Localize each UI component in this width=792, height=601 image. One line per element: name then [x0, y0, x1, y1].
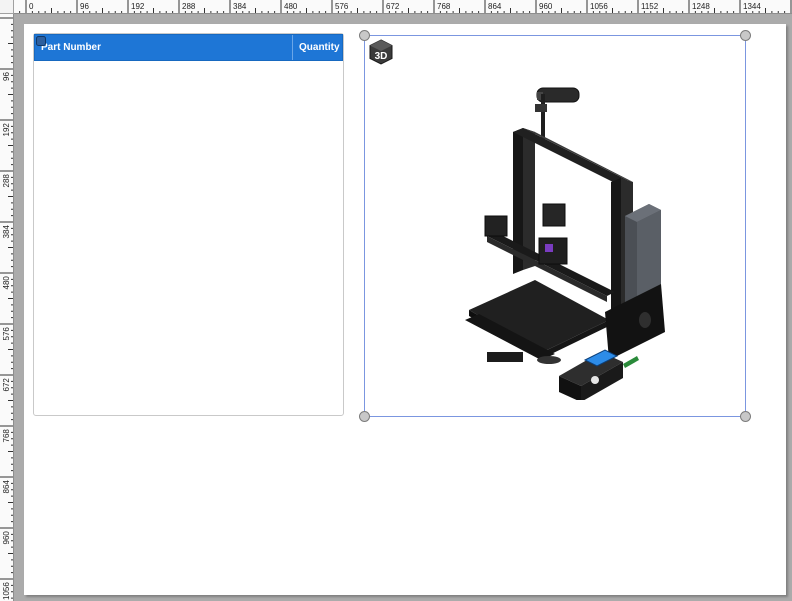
ruler-label: 864: [488, 2, 502, 11]
table-move-handle-icon[interactable]: [36, 36, 46, 46]
ruler-label: 1152: [641, 2, 659, 11]
horizontal-ruler: 0 96 192 288 384 480 576 672 768 864 960 1056 1152 12…: [14, 0, 792, 14]
ruler-label: 768: [2, 429, 11, 443]
ruler-label: 864: [2, 480, 11, 494]
ruler-label: 480: [2, 276, 11, 290]
resize-handle-bottom-right[interactable]: [740, 411, 751, 422]
ruler-label: 576: [2, 327, 11, 341]
ruler-corner: [0, 0, 14, 14]
ruler-label: 960: [539, 2, 553, 11]
ruler-label: 768: [437, 2, 451, 11]
ruler-label: 1056: [590, 2, 608, 11]
ruler-label: 1248: [692, 2, 710, 11]
ruler-label: 192: [2, 123, 11, 137]
ruler-label: 672: [2, 378, 11, 392]
ruler-label: 384: [2, 225, 11, 239]
ruler-label: 384: [233, 2, 247, 11]
ruler-label: 192: [131, 2, 145, 11]
3d-badge-label: 3D: [375, 51, 388, 62]
ruler-label: 1056: [2, 582, 11, 600]
3d-printer-model-icon[interactable]: [465, 84, 669, 400]
vertical-ruler: 96 192 288 384 480 576 672 768 864 960 1056: [0, 14, 14, 601]
drawing-sheet[interactable]: Part Number Quantity 3D: [24, 24, 786, 595]
bom-header-row: Part Number Quantity: [34, 34, 343, 61]
part-number-column-header[interactable]: Part Number: [35, 35, 293, 60]
resize-handle-top-right[interactable]: [740, 30, 751, 41]
quantity-column-header[interactable]: Quantity: [293, 35, 342, 60]
ruler-label: 288: [182, 2, 196, 11]
3d-view-badge-icon[interactable]: 3D: [369, 39, 393, 65]
resize-handle-bottom-left[interactable]: [359, 411, 370, 422]
ruler-label: 96: [2, 72, 11, 81]
ruler-label: 480: [284, 2, 298, 11]
ruler-label: 960: [2, 531, 11, 545]
ruler-label: 576: [335, 2, 349, 11]
ruler-label: 672: [386, 2, 400, 11]
ruler-label: 0: [29, 2, 34, 11]
ruler-label: 1344: [743, 2, 761, 11]
3d-view-frame[interactable]: 3D: [359, 30, 751, 422]
ruler-label: 96: [80, 2, 89, 11]
bill-of-materials-table[interactable]: Part Number Quantity: [33, 33, 344, 416]
ruler-label: 288: [2, 174, 11, 188]
